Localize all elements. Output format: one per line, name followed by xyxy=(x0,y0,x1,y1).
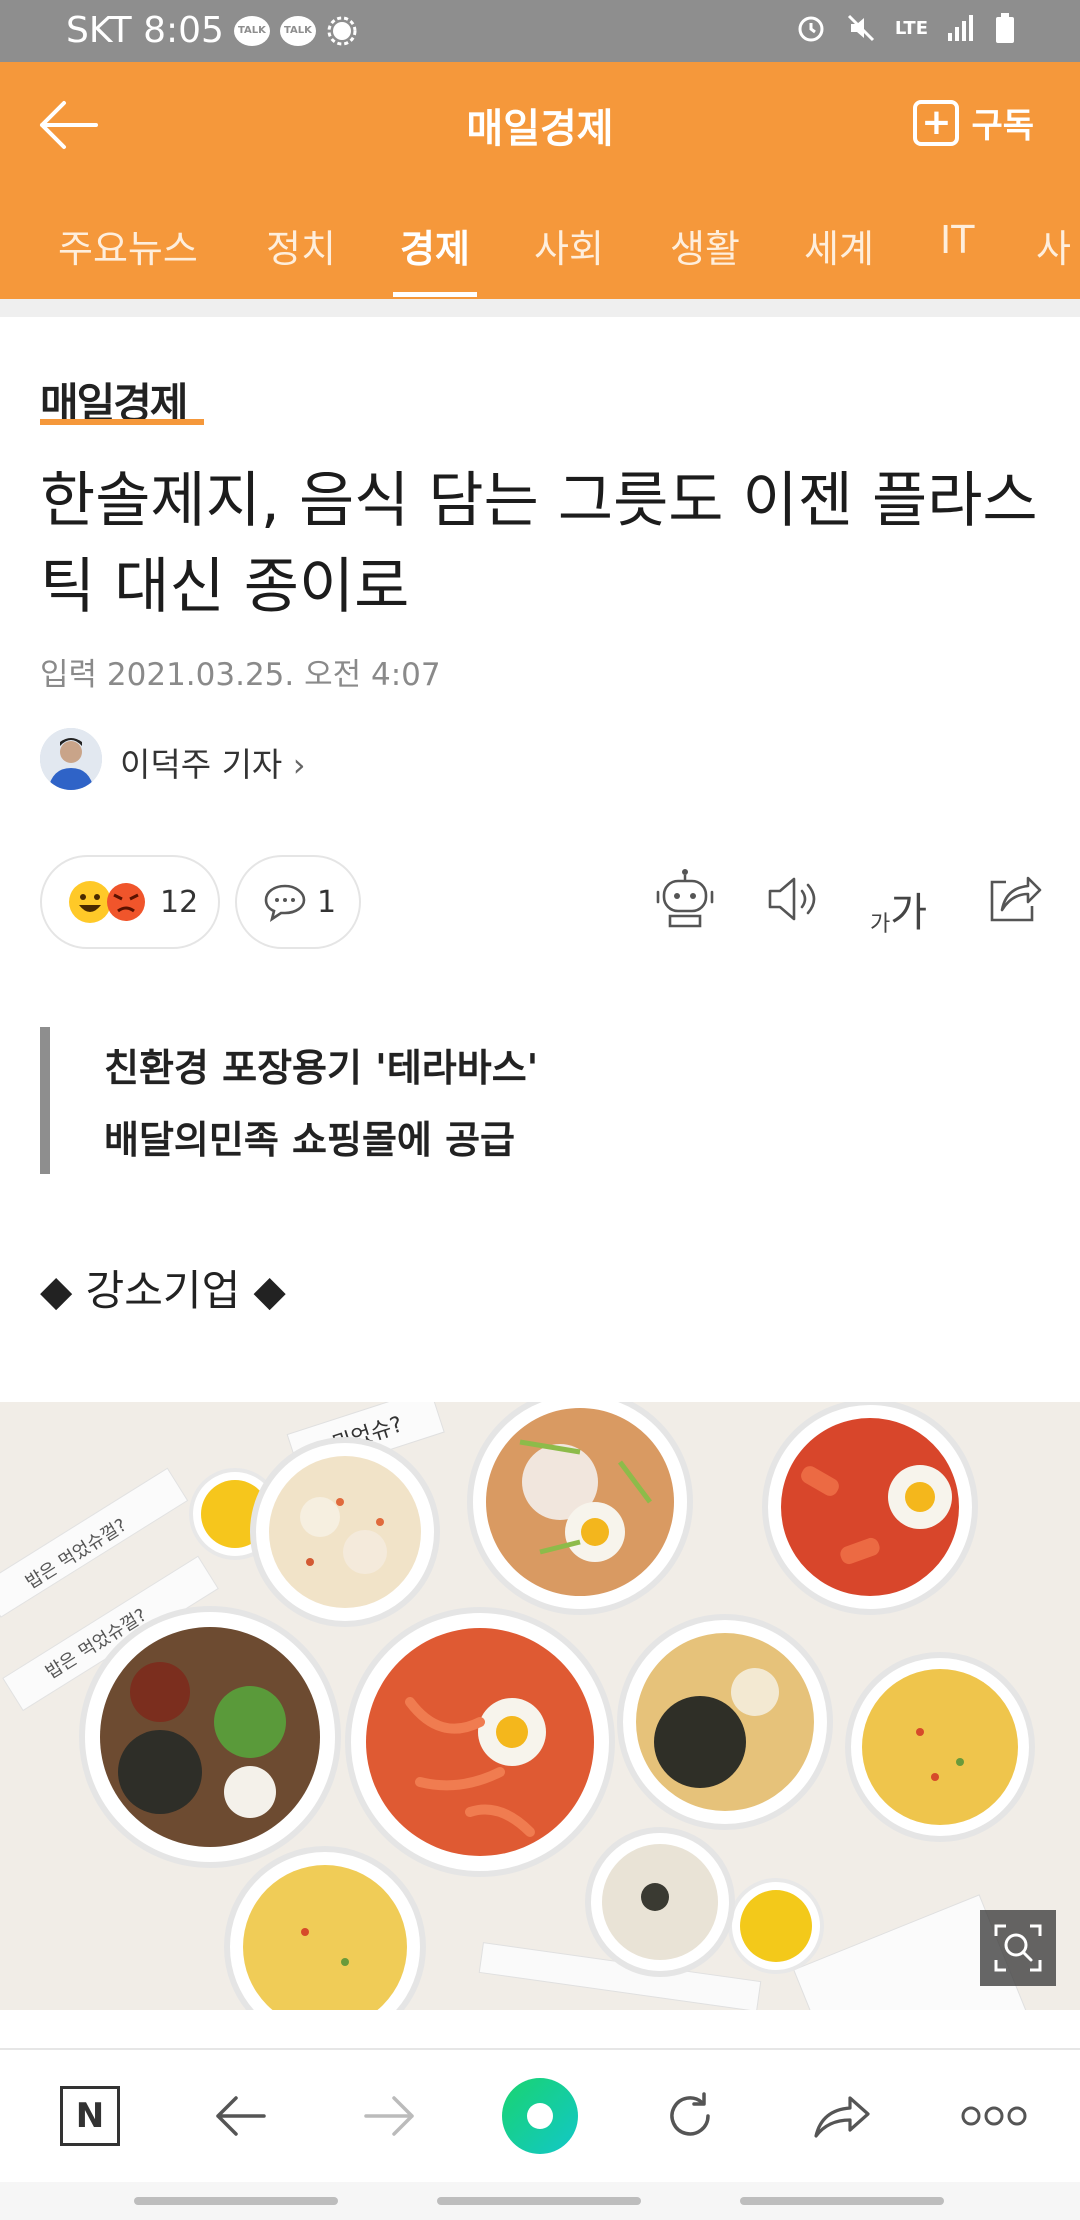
quote-bar xyxy=(40,1027,50,1174)
subscribe-label: 구독 xyxy=(971,106,1034,146)
press-logo-underline xyxy=(40,419,204,425)
chevron-right-icon: › xyxy=(292,746,306,784)
zoom-icon xyxy=(994,1924,1042,1972)
share-arrow-icon xyxy=(814,2096,870,2138)
gesture-bar xyxy=(0,2182,1080,2220)
tab-life[interactable]: 생활 xyxy=(670,218,740,273)
naver-home-button[interactable]: N xyxy=(54,2080,126,2152)
divider xyxy=(0,299,1080,317)
reporter-photo xyxy=(40,728,102,790)
gesture-handle xyxy=(740,2197,944,2205)
network-type: LTE xyxy=(894,17,928,39)
article-summary: 친환경 포장용기 '테라바스' 배달의민족 쇼핑몰에 공급 xyxy=(104,1032,538,1176)
status-left: SKT 8:05 TALK TALK xyxy=(66,10,358,51)
angry-emoji-icon xyxy=(107,883,145,921)
summary-line: 배달의민족 쇼핑몰에 공급 xyxy=(104,1118,516,1162)
refresh-button[interactable] xyxy=(654,2080,726,2152)
summary-line: 친환경 포장용기 '테라바스' xyxy=(104,1046,539,1090)
more-button[interactable] xyxy=(954,2080,1034,2152)
food-bowls-illustration: 밥은 먹었슈껄? 밥은 먹었슈껄? 뭐었슈? xyxy=(0,1402,1080,2010)
alarm-icon xyxy=(798,16,824,42)
app-header: 매일경제 + 구독 xyxy=(0,62,1080,184)
font-size-button[interactable]: 가 가 xyxy=(870,872,936,938)
reaction-button[interactable]: 12 xyxy=(40,855,220,949)
tab-partial[interactable]: 사 xyxy=(1036,218,1071,273)
kakaotalk-icon: TALK xyxy=(233,15,270,46)
article-photo[interactable]: 밥은 먹었슈껄? 밥은 먹었슈껄? 뭐었슈? xyxy=(0,1402,1080,2010)
share-icon[interactable] xyxy=(980,866,1046,932)
tab-politics[interactable]: 정치 xyxy=(266,218,336,273)
comment-button[interactable]: 1 xyxy=(235,855,361,949)
article-date: 입력 2021.03.25. 오전 4:07 xyxy=(40,657,441,693)
tab-economy[interactable]: 경제 xyxy=(400,218,470,273)
comment-count: 1 xyxy=(317,884,337,920)
forward-arrow-icon xyxy=(364,2096,414,2136)
avatar[interactable] xyxy=(40,728,102,790)
gesture-handle xyxy=(134,2197,338,2205)
font-size-large: 가 xyxy=(890,890,928,936)
category-tabs: 주요뉴스 정치 경제 사회 생활 세계 IT 사 xyxy=(0,184,1080,299)
section-heading: ◆ 강소기업 ◆ xyxy=(40,1266,286,1315)
active-tab-indicator xyxy=(393,292,477,297)
signal-icon xyxy=(948,15,973,41)
tab-society[interactable]: 사회 xyxy=(534,218,604,273)
tab-main-news[interactable]: 주요뉴스 xyxy=(58,218,198,273)
more-icon xyxy=(961,2106,1027,2126)
green-dot-button[interactable] xyxy=(500,2076,580,2156)
speaker-icon[interactable] xyxy=(760,866,826,932)
gesture-handle xyxy=(437,2197,641,2205)
status-bar: SKT 8:05 TALK TALK LTE xyxy=(0,0,1080,62)
robot-icon[interactable] xyxy=(652,866,718,932)
carrier-time: SKT 8:05 xyxy=(66,10,224,51)
comment-icon xyxy=(264,884,306,922)
mute-icon xyxy=(847,14,874,42)
article-headline: 한솔제지, 음식 담는 그릇도 이젠 플라스틱 대신 종이로 xyxy=(40,466,1038,622)
browser-forward-button[interactable] xyxy=(354,2080,426,2152)
tab-it[interactable]: IT xyxy=(940,218,974,262)
browser-toolbar: N xyxy=(0,2048,1080,2182)
reaction-count: 12 xyxy=(160,884,199,920)
subscribe-button[interactable]: + 구독 xyxy=(913,98,1034,147)
kakaotalk-icon: TALK xyxy=(279,15,316,46)
naver-icon: N xyxy=(60,2086,120,2146)
reporter-link[interactable]: 이덕주 기자 › xyxy=(120,738,306,786)
font-size-small: 가 xyxy=(870,912,891,937)
tab-world[interactable]: 세계 xyxy=(804,218,874,273)
settings-icon xyxy=(327,16,357,45)
back-arrow-icon xyxy=(216,2096,266,2136)
browser-back-button[interactable] xyxy=(204,2080,276,2152)
zoom-button[interactable] xyxy=(980,1910,1056,1986)
status-right: LTE xyxy=(795,12,1016,44)
plus-icon: + xyxy=(913,99,960,146)
refresh-icon xyxy=(670,2092,710,2136)
share-button[interactable] xyxy=(806,2080,878,2152)
green-dot-icon xyxy=(502,2078,578,2154)
reporter-name: 이덕주 기자 xyxy=(120,745,283,784)
battery-icon xyxy=(996,13,1014,43)
